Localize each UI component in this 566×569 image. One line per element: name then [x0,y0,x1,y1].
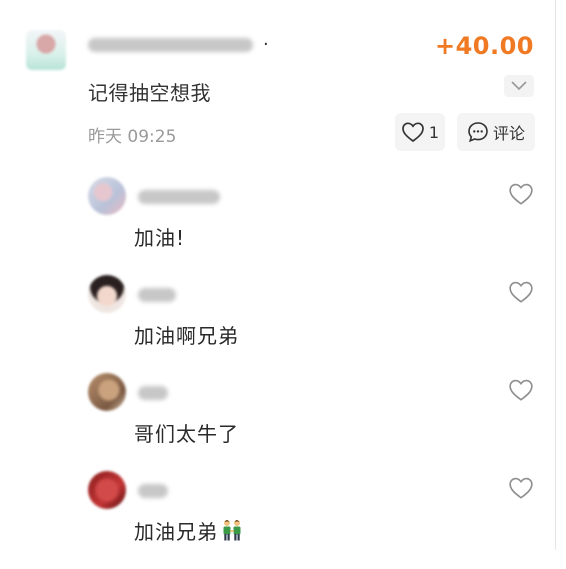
received-amount: +40.00 [434,32,534,60]
commenter-name-blurred [138,288,176,302]
sender-avatar[interactable] [26,30,66,70]
two-men-holding-hands-emoji [223,520,241,541]
comment-item: 哥们太牛了 [0,373,566,471]
post-timestamp: 昨天 09:25 [88,127,177,147]
heart-outline-icon[interactable] [508,476,534,500]
commenter-name-blurred [138,190,220,204]
commenter-avatar[interactable] [88,471,126,509]
commenter-name-blurred [138,484,168,498]
comment-text: 加油啊兄弟 [134,324,239,348]
heart-outline-icon[interactable] [508,182,534,206]
comment-button[interactable]: 评论 [457,113,535,151]
red-packet-detail-card: · +40.00 记得抽空想我 昨天 09:25 1 评论 加油! 加油啊兄弟 … [0,0,566,550]
comment-label: 评论 [492,124,525,143]
heart-outline-icon[interactable] [508,280,534,304]
chevron-down-icon [511,81,527,91]
heart-outline-icon[interactable] [508,378,534,402]
comment-item: 加油! [0,177,566,275]
comment-item: 加油兄弟 [0,471,566,569]
name-separator-dot: · [263,34,269,55]
comment-text: 哥们太牛了 [134,422,239,446]
sender-name-row: · [88,34,269,55]
comment-text-content: 加油兄弟 [134,520,218,544]
comment-text: 加油兄弟 [134,516,244,545]
blessing-message: 记得抽空想我 [88,81,211,105]
commenter-name-blurred [138,386,168,400]
commenter-avatar[interactable] [88,275,126,313]
comment-text: 加油! [134,226,186,250]
heart-outline-icon [402,122,424,143]
expand-button[interactable] [504,75,534,97]
comment-bubble-icon [468,122,488,143]
like-button[interactable]: 1 [395,113,445,151]
sender-name-blurred [88,38,253,52]
commenter-avatar[interactable] [88,177,126,215]
commenter-avatar[interactable] [88,373,126,411]
comment-item: 加油啊兄弟 [0,275,566,373]
like-count: 1 [428,122,440,142]
